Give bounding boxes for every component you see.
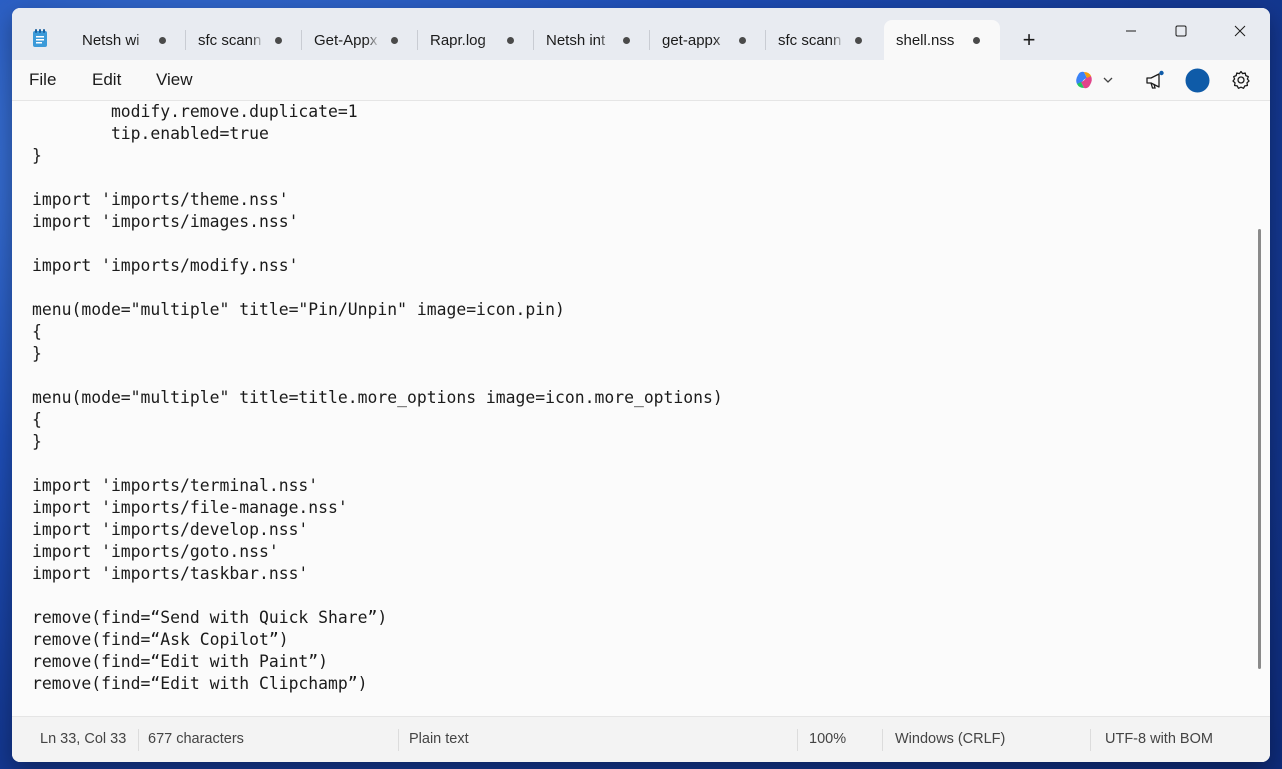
vertical-scrollbar[interactable] — [1258, 229, 1261, 669]
unsaved-dot-icon[interactable] — [391, 37, 398, 44]
account-avatar[interactable] — [1184, 68, 1210, 92]
cursor-position[interactable]: Ln 33, Col 33 — [40, 731, 126, 747]
copilot-button[interactable] — [1070, 68, 1116, 92]
whats-new-button[interactable] — [1142, 68, 1168, 92]
minimize-button[interactable] — [1108, 14, 1154, 48]
status-separator — [398, 729, 399, 751]
gear-icon — [1232, 70, 1250, 89]
menu-file[interactable]: File — [29, 70, 56, 90]
tab-label: Netsh wi — [82, 31, 140, 49]
avatar-icon — [1185, 68, 1209, 92]
tab-1[interactable]: Netsh wi — [70, 20, 186, 60]
text-format[interactable]: Plain text — [409, 731, 469, 747]
unsaved-dot-icon[interactable] — [507, 37, 514, 44]
copilot-icon — [1076, 71, 1092, 89]
tab-label: shell.nss — [896, 31, 955, 49]
maximize-button[interactable] — [1158, 14, 1204, 48]
tab-label: Rapr.log — [430, 31, 486, 49]
notepad-app-icon — [33, 29, 47, 47]
close-icon — [1234, 25, 1246, 37]
title-bar: Netsh wi sfc scann Get-Appx Rapr.log Net… — [12, 8, 1270, 60]
tab-6[interactable]: get-appx — [650, 20, 766, 60]
unsaved-dot-icon[interactable] — [739, 37, 746, 44]
status-separator — [882, 729, 883, 751]
unsaved-dot-icon[interactable] — [275, 37, 282, 44]
tab-5[interactable]: Netsh int — [534, 20, 650, 60]
minimize-icon — [1126, 30, 1136, 32]
status-bar: Ln 33, Col 33 677 characters Plain text … — [12, 716, 1270, 762]
status-separator — [797, 729, 798, 751]
tab-label: sfc scann — [198, 31, 262, 49]
unsaved-dot-icon[interactable] — [855, 37, 862, 44]
unsaved-dot-icon[interactable] — [973, 37, 980, 44]
document-text[interactable]: modify.remove.duplicate=1 tip.enabled=tr… — [32, 101, 723, 695]
character-count: 677 characters — [148, 731, 244, 747]
tab-label: Netsh int — [546, 31, 606, 49]
chevron-down-icon — [1103, 77, 1113, 83]
megaphone-icon — [1146, 70, 1164, 89]
tab-label: get-appx — [662, 31, 721, 49]
unsaved-dot-icon[interactable] — [623, 37, 630, 44]
settings-button[interactable] — [1228, 68, 1254, 92]
tab-active-shell-nss[interactable]: shell.nss — [884, 20, 1000, 60]
zoom-level[interactable]: 100% — [809, 731, 846, 747]
tab-7[interactable]: sfc scann — [766, 20, 882, 60]
menu-edit[interactable]: Edit — [92, 70, 121, 90]
tab-label: Get-Appx — [314, 31, 378, 49]
notepad-window: Netsh wi sfc scann Get-Appx Rapr.log Net… — [12, 8, 1270, 762]
tab-2[interactable]: sfc scann — [186, 20, 302, 60]
status-separator — [138, 729, 139, 751]
tab-4[interactable]: Rapr.log — [418, 20, 534, 60]
close-button[interactable] — [1217, 14, 1263, 48]
line-ending[interactable]: Windows (CRLF) — [895, 731, 1005, 747]
new-tab-button[interactable]: + — [1016, 28, 1042, 54]
unsaved-dot-icon[interactable] — [159, 37, 166, 44]
tab-label: sfc scann — [778, 31, 842, 49]
encoding[interactable]: UTF-8 with BOM — [1105, 731, 1213, 747]
tab-3[interactable]: Get-Appx — [302, 20, 418, 60]
menu-view[interactable]: View — [156, 70, 193, 90]
text-editor[interactable]: modify.remove.duplicate=1 tip.enabled=tr… — [12, 101, 1270, 716]
status-separator — [1090, 729, 1091, 751]
maximize-icon — [1175, 25, 1187, 37]
menu-bar: File Edit View — [12, 60, 1270, 101]
